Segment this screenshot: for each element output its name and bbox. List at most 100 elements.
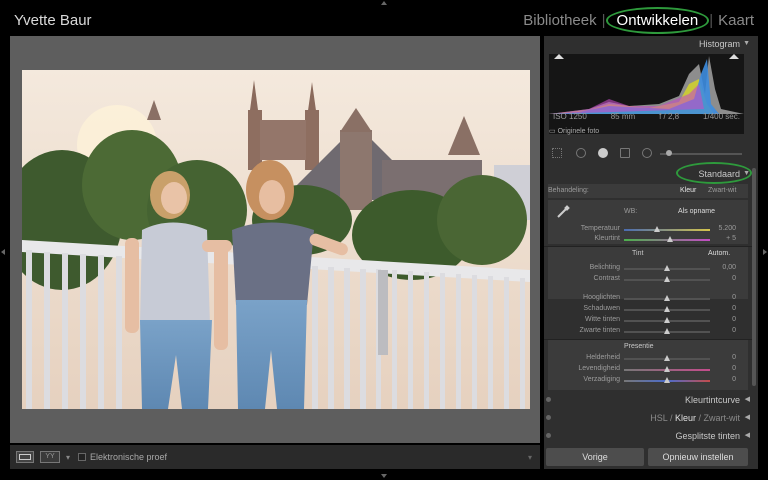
temperature-track[interactable] [624, 226, 710, 232]
shadows-track[interactable] [624, 306, 710, 312]
contrast-thumb[interactable] [664, 276, 670, 282]
vibrance-value[interactable]: 0 [710, 365, 736, 372]
panel-switch-icon[interactable] [546, 397, 551, 402]
clarity-slider-row: Helderheid 0 [544, 354, 750, 364]
temperature-value[interactable]: 5.200 [710, 225, 736, 232]
clarity-value[interactable]: 0 [710, 354, 736, 361]
brush-slider[interactable] [660, 150, 742, 156]
highlights-thumb[interactable] [664, 295, 670, 301]
shadows-value[interactable]: 0 [710, 305, 736, 312]
histogram[interactable] [549, 54, 744, 134]
redeye-tool-icon[interactable] [598, 148, 608, 158]
loupe-view-button[interactable] [16, 451, 34, 463]
expand-triangle-icon[interactable]: ◀ [745, 410, 750, 426]
clarity-label: Helderheid [586, 354, 620, 361]
blacks-track[interactable] [624, 328, 710, 334]
whites-track[interactable] [624, 317, 710, 323]
crop-tool-icon[interactable] [552, 148, 562, 158]
tint-label: Kleurtint [594, 235, 620, 242]
top-panel-toggle-icon[interactable] [381, 1, 387, 5]
whites-value[interactable]: 0 [710, 316, 736, 323]
panel-switch-icon[interactable] [546, 433, 551, 438]
shadows-slider-row: Schaduwen 0 [544, 305, 750, 315]
tint-value[interactable]: + 5 [710, 235, 736, 242]
exposure-value[interactable]: 0,00 [710, 264, 736, 271]
clarity-thumb[interactable] [664, 355, 670, 361]
module-map[interactable]: Kaart [718, 12, 754, 29]
blacks-thumb[interactable] [664, 328, 670, 334]
spot-removal-tool-icon[interactable] [576, 148, 586, 158]
contrast-track[interactable] [624, 276, 710, 282]
clarity-track[interactable] [624, 355, 710, 361]
contrast-slider-row: Contrast 0 [544, 275, 750, 285]
reset-button[interactable]: Opnieuw instellen [648, 448, 748, 466]
tint-track[interactable] [624, 236, 710, 242]
module-separator: | [709, 12, 714, 29]
preset-highlight-annotation [676, 162, 752, 184]
collapse-triangle-icon[interactable]: ▼ [743, 36, 750, 52]
highlights-track[interactable] [624, 295, 710, 301]
right-panel-scrollbar[interactable] [752, 168, 756, 386]
before-after-dropdown-icon[interactable]: ▾ [66, 453, 70, 462]
exposure-label: Belichting [589, 264, 620, 271]
softproof-label: Elektronische proef [90, 452, 168, 462]
saturation-thumb[interactable] [664, 377, 670, 383]
tint-thumb[interactable] [666, 236, 673, 242]
tone-title: Tint [632, 250, 644, 257]
saturation-track[interactable] [624, 377, 710, 383]
tone-curve-title: Kleurtintcurve [684, 395, 740, 405]
photo[interactable] [22, 70, 530, 409]
previous-button[interactable]: Vorige [546, 448, 644, 466]
module-develop[interactable]: Ontwikkelen [605, 7, 709, 34]
radial-filter-tool-icon[interactable] [642, 148, 652, 158]
expand-triangle-icon[interactable]: ◀ [745, 428, 750, 444]
right-panel-toggle-icon[interactable] [763, 249, 767, 255]
treatment-color-option[interactable]: Kleur [680, 187, 696, 194]
highlights-value[interactable]: 0 [710, 294, 736, 301]
bottom-panel-toggle-icon[interactable] [381, 474, 387, 478]
auto-tone-button[interactable]: Autom. [708, 250, 730, 257]
blacks-slider-row: Zwarte tinten 0 [544, 327, 750, 337]
histogram-header[interactable]: Histogram ▼ [544, 36, 754, 52]
contrast-label: Contrast [593, 275, 620, 282]
exposure-track[interactable] [624, 265, 710, 271]
vibrance-thumb[interactable] [664, 366, 670, 372]
bw-tab[interactable]: Zwart-wit [704, 413, 741, 423]
treatment-bw-option[interactable]: Zwart-wit [708, 187, 736, 194]
saturation-label: Verzadiging [583, 376, 620, 383]
vibrance-track[interactable] [624, 366, 710, 372]
wb-dropdown[interactable]: Als opname [678, 208, 715, 215]
exposure-thumb[interactable] [664, 265, 670, 271]
hsl-header[interactable]: HSL / Kleur / Zwart-wit ◀ [544, 410, 754, 426]
hsl-tab[interactable]: HSL [650, 413, 667, 423]
module-library[interactable]: Bibliotheek [523, 12, 596, 29]
highlights-slider-row: Hooglichten 0 [544, 294, 750, 304]
graduated-filter-tool-icon[interactable] [620, 148, 630, 158]
basic-panel-header[interactable]: Standaard ▼ [544, 162, 754, 184]
eyedropper-icon[interactable] [556, 205, 570, 219]
saturation-value[interactable]: 0 [710, 376, 736, 383]
treatment-label: Behandeling: [548, 187, 589, 194]
temperature-label: Temperatuur [580, 225, 620, 232]
whites-thumb[interactable] [664, 317, 670, 323]
blacks-value[interactable]: 0 [710, 327, 736, 334]
softproof-checkbox[interactable] [78, 453, 87, 461]
original-photo-text: Originele foto [557, 128, 600, 135]
left-panel-toggle-icon[interactable] [1, 249, 5, 255]
color-tab[interactable]: Kleur [675, 413, 696, 423]
before-after-button[interactable]: YY [40, 451, 60, 463]
tone-curve-header[interactable]: Kleurtintcurve ◀ [544, 392, 754, 408]
shutter-speed: 1/400 sec. [703, 112, 740, 121]
treatment-row: Behandeling: Kleur Zwart-wit [548, 184, 748, 198]
contrast-value[interactable]: 0 [710, 275, 736, 282]
photo-image [22, 70, 530, 409]
temperature-thumb[interactable] [653, 226, 660, 232]
shadows-thumb[interactable] [664, 306, 670, 312]
expand-triangle-icon[interactable]: ◀ [745, 392, 750, 408]
tint-slider-row: Kleurtint + 5 [544, 235, 750, 245]
histogram-graph [549, 54, 744, 114]
original-photo-label: ▭ Originele foto [549, 128, 600, 135]
split-toning-header[interactable]: Gesplitste tinten ◀ [544, 428, 754, 444]
panel-switch-icon[interactable] [546, 415, 551, 420]
toolbar-menu-icon[interactable]: ▾ [528, 453, 532, 462]
